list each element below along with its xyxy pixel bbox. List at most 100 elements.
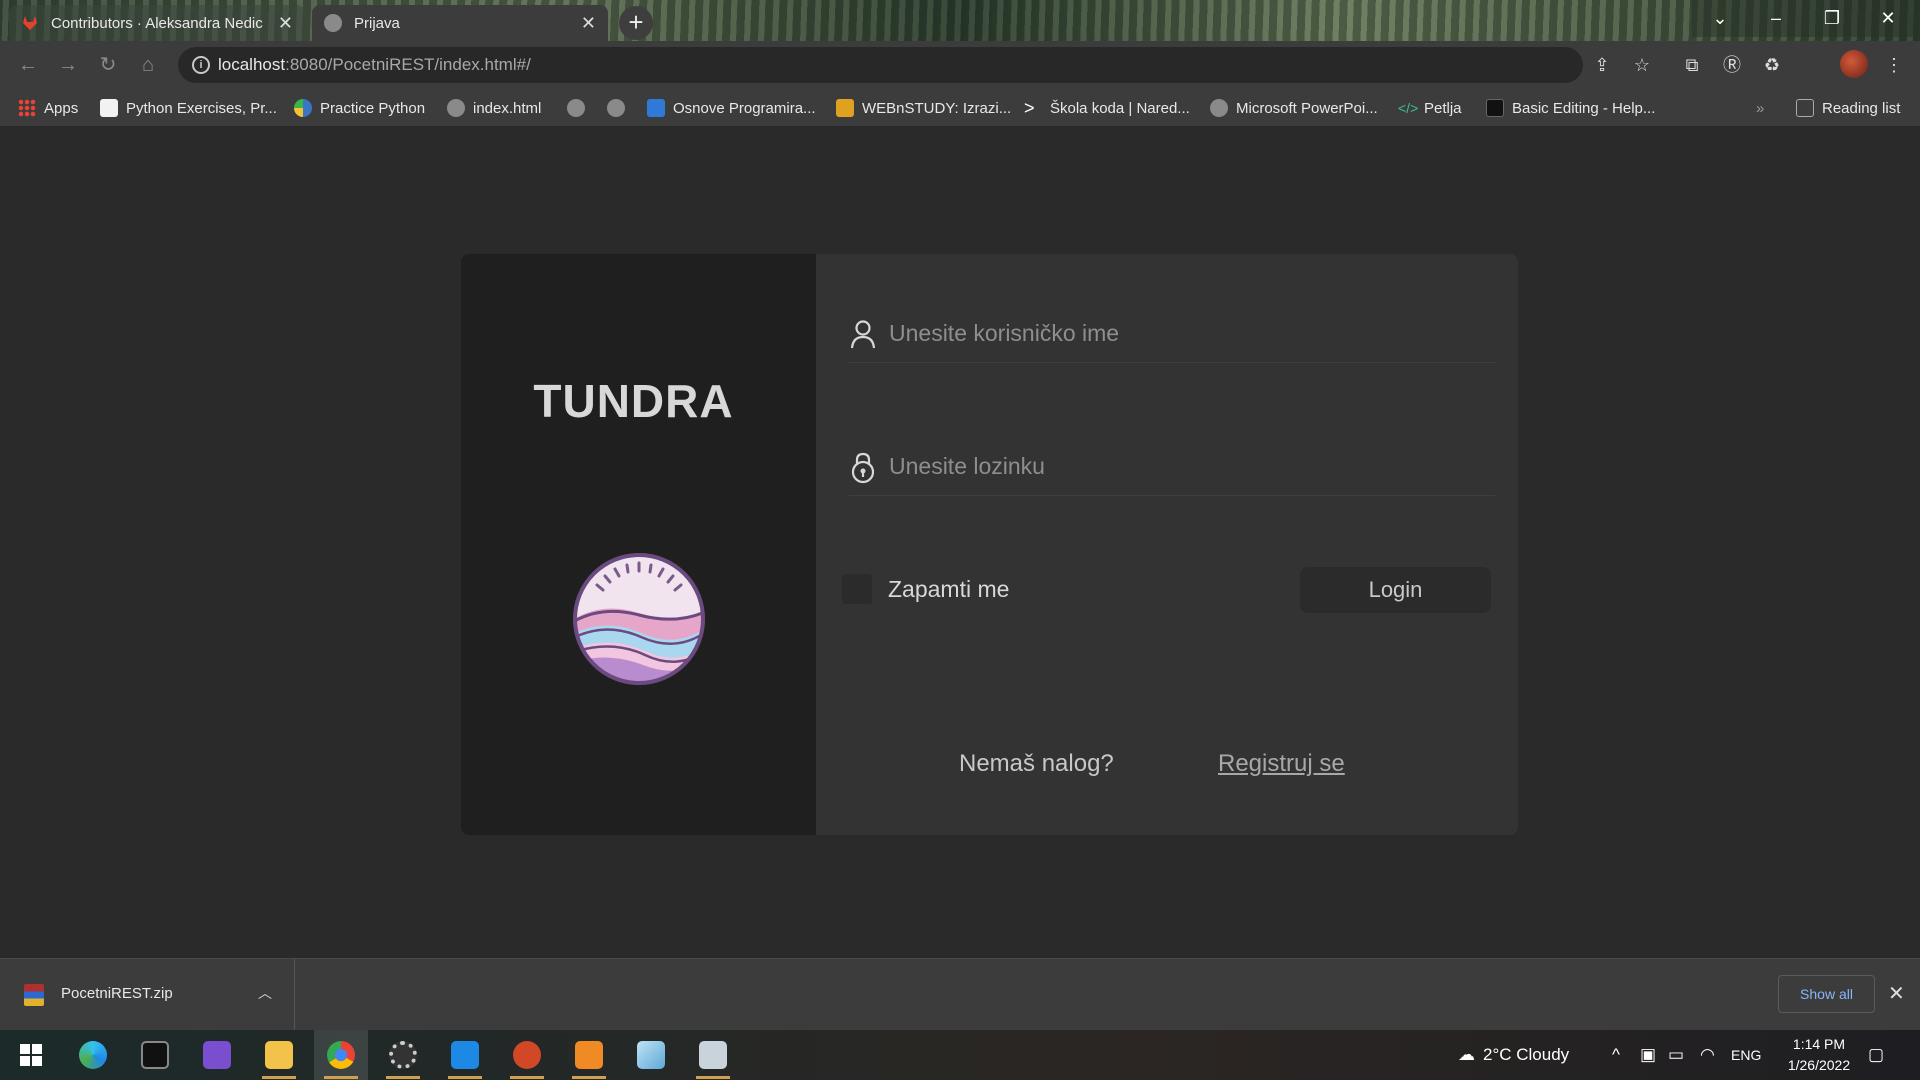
tab-title: Prijava [354,14,400,32]
bookmark-webnstudy[interactable]: WEBnSTUDY: Izrazi... [836,96,1011,120]
start-button[interactable] [4,1030,58,1080]
bookmark-basic-editing[interactable]: Basic Editing - Help... [1486,96,1655,120]
close-tab-icon[interactable]: ✕ [581,13,596,34]
profile-avatar[interactable] [1840,50,1868,78]
chevron-icon: > [1024,98,1035,118]
menu-kebab-icon[interactable]: ⋮ [1882,53,1906,77]
cloud-icon: ☁ [1458,1045,1475,1064]
globe-icon [324,14,342,32]
tab-prijava[interactable]: Prijava ✕ [312,5,608,41]
restore-button[interactable]: ❐ [1804,0,1860,37]
register-link[interactable]: Registruj se [1218,750,1345,778]
site-info-icon[interactable]: i [192,56,210,74]
python-icon [294,99,312,117]
bookmark-apps[interactable]: Apps [18,96,78,120]
pdf-app-taskbar-icon[interactable] [562,1030,616,1080]
meet-icon[interactable]: ▣ [1640,1030,1656,1080]
bookmark-globe-1[interactable] [567,96,593,120]
home-icon[interactable]: ⌂ [134,51,162,79]
language-indicator[interactable]: ENG [1731,1030,1761,1080]
bookmark-petlja[interactable]: </> Petlja [1398,96,1462,120]
clock[interactable]: 1:14 PM 1/26/2022 [1764,1034,1874,1076]
share-icon[interactable]: ⇪ [1590,53,1614,77]
back-icon[interactable]: ← [14,51,42,79]
w3-icon [100,99,118,117]
minimize-button[interactable]: – [1748,0,1804,37]
bookmark-skola-koda[interactable]: > Škola koda | Nared... [1024,96,1190,120]
reading-list[interactable]: Reading list [1796,96,1900,120]
code-icon: </> [1398,100,1419,116]
forward-icon[interactable]: → [54,51,82,79]
download-item[interactable]: PocetniREST.zip ︿ [0,959,295,1031]
notepad-taskbar-icon[interactable] [624,1030,678,1080]
tab-title: Contributors · Aleksandra Nedic [51,14,263,32]
wifi-icon[interactable]: ◠ [1700,1030,1715,1080]
settings-taskbar-icon[interactable] [376,1030,430,1080]
login-card: TUNDRA Unesite korisničko ime Zapamti me… [461,254,1518,835]
windows-logo-icon [20,1044,42,1066]
lock-icon [851,452,875,484]
powerpoint-taskbar-icon[interactable] [500,1030,554,1080]
globe-icon [607,99,625,117]
close-window-button[interactable]: ✕ [1860,0,1916,37]
remember-checkbox[interactable] [842,574,872,604]
reload-icon[interactable]: ↻ [94,51,122,79]
file-explorer-taskbar-icon[interactable] [252,1030,306,1080]
tab-search-icon[interactable]: ⌄ [1692,0,1748,37]
globe-icon [1210,99,1228,117]
bookmark-star-icon[interactable]: ☆ [1630,53,1654,77]
globe-icon [447,99,465,117]
no-account-text: Nemaš nalog? [959,750,1114,777]
bookmark-index[interactable]: index.html [447,96,541,120]
graduation-cap-icon [836,99,854,117]
download-file-name: PocetniREST.zip [61,985,173,1002]
page-body: TUNDRA Unesite korisničko ime Zapamti me… [0,127,1920,958]
extension-recycle-icon[interactable]: ♻ [1760,53,1784,77]
reading-list-icon [1796,99,1814,117]
user-icon [850,320,876,349]
battery-icon[interactable]: ▭ [1668,1030,1684,1080]
bookmark-globe-2[interactable] [607,96,633,120]
download-bar: PocetniREST.zip ︿ Show all ✕ [0,958,1920,1031]
bookmark-osnove[interactable]: Osnove Programira... [647,96,816,120]
bookmark-python-exercises[interactable]: Python Exercises, Pr... [100,96,277,120]
remember-me[interactable]: Zapamti me [842,574,1009,604]
tundra-logo [573,553,705,685]
terminal-taskbar-icon[interactable] [128,1030,182,1080]
password-field [849,436,1495,496]
extension-icon[interactable]: ⧉ [1680,53,1704,77]
bookmark-practice-python[interactable]: Practice Python [294,96,425,120]
vscode-taskbar-icon[interactable] [438,1030,492,1080]
calendar-icon [647,99,665,117]
visual-studio-taskbar-icon[interactable] [190,1030,244,1080]
browser-toolbar: ← → ↻ ⌂ i localhost:8080/PocetniREST/ind… [0,41,1920,89]
address-bar[interactable]: i localhost:8080/PocetniREST/index.html#… [178,47,1583,83]
notifications-icon[interactable]: ▢ [1868,1030,1884,1080]
close-tab-icon[interactable]: ✕ [278,13,293,34]
bookmark-powerpoint[interactable]: Microsoft PowerPoi... [1210,96,1378,120]
remote-desktop-taskbar-icon[interactable] [686,1030,740,1080]
chrome-taskbar-icon[interactable] [314,1030,368,1080]
login-button[interactable]: Login [1300,567,1491,613]
tray-overflow-icon[interactable]: ^ [1612,1030,1620,1080]
password-input[interactable] [889,448,1489,484]
close-download-bar-icon[interactable]: ✕ [1888,981,1905,1006]
chevron-up-icon[interactable]: ︿ [258,983,272,1003]
new-tab-button[interactable]: + [619,6,653,40]
globe-icon [567,99,585,117]
show-all-button[interactable]: Show all [1778,975,1875,1013]
bookmarks-overflow[interactable]: » [1756,96,1764,120]
jetbrains-icon [1486,99,1504,117]
gitlab-icon [23,16,37,30]
username-input[interactable] [889,315,1489,351]
extension-r-icon[interactable]: Ⓡ [1720,53,1744,77]
username-field [849,303,1495,363]
remember-label: Zapamti me [888,575,1010,602]
brand-title: TUNDRA [533,375,734,427]
bookmarks-bar: Apps Python Exercises, Pr... Practice Py… [0,89,1920,127]
url-text: localhost:8080/PocetniREST/index.html#/ [218,55,531,74]
edge-taskbar-icon[interactable] [66,1030,120,1080]
brand-panel: TUNDRA [461,254,816,835]
tab-contributors[interactable]: Contributors · Aleksandra Nedic ✕ [9,5,305,41]
weather-widget[interactable]: ☁ 2°C Cloudy [1458,1030,1569,1080]
